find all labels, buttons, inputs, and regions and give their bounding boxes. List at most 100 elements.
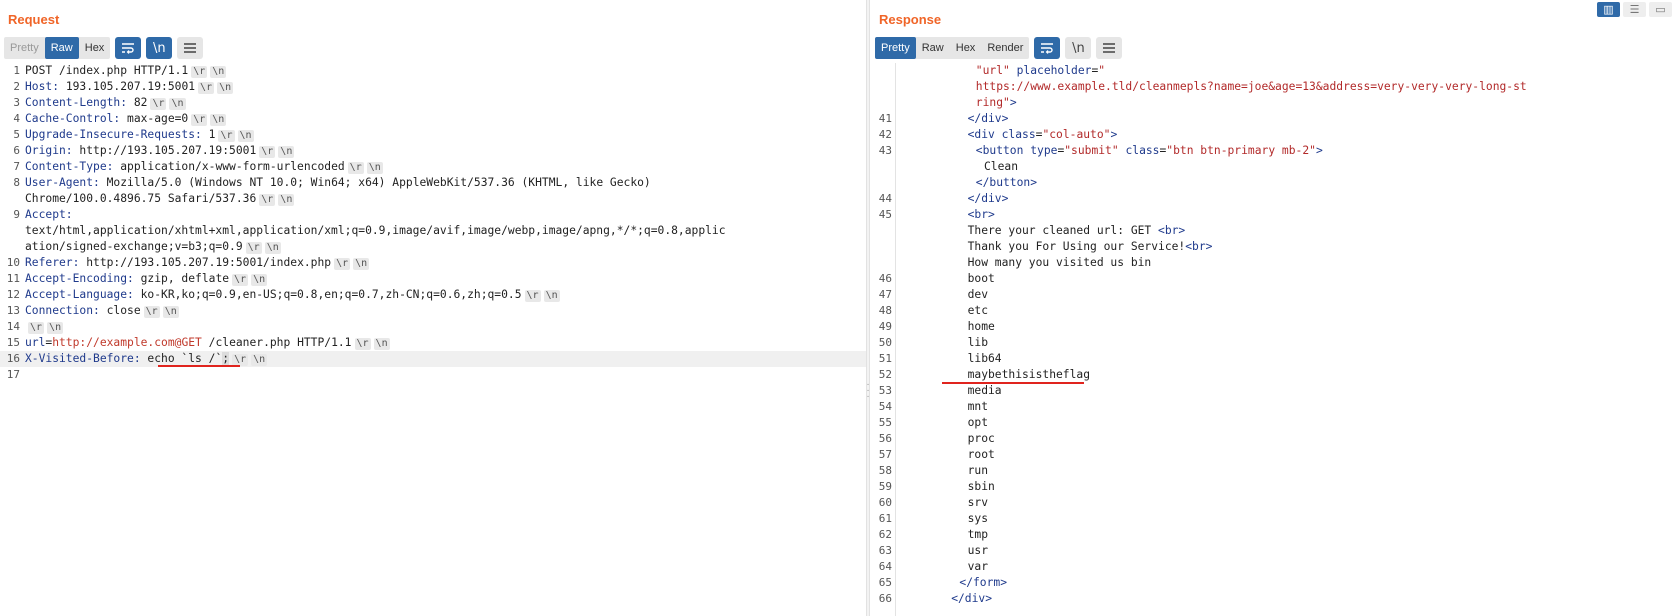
newline-token: \n	[251, 354, 268, 366]
newline-token: \n	[162, 306, 179, 318]
line-code: Host: 193.105.207.19:5001 \r \n	[25, 79, 234, 95]
line-code: opt	[968, 415, 988, 431]
response-tab-raw[interactable]: Raw	[916, 37, 950, 59]
code-token: maybethisistheflag	[967, 368, 1091, 381]
line-number: 65	[878, 576, 892, 589]
header-value: echo `ls /`	[140, 352, 223, 365]
line-number: 44	[878, 192, 892, 205]
line-number: 2	[13, 80, 20, 93]
carriage-return-token: \r	[259, 194, 276, 206]
response-tab-pretty[interactable]: Pretty	[875, 37, 916, 59]
line-number: 41	[878, 112, 892, 125]
code-token: >	[1110, 128, 1118, 141]
line-number: 3	[13, 96, 20, 109]
line-code: sys	[968, 511, 988, 527]
code-token: lib	[967, 336, 988, 349]
response-line: Clean	[870, 159, 1676, 175]
code-token: ring"	[975, 96, 1010, 109]
newline-token: \n	[278, 146, 295, 158]
line-number: 60	[878, 496, 892, 509]
response-tab-hex[interactable]: Hex	[950, 37, 982, 59]
line-code: Content-Length: 82 \r \n	[25, 95, 186, 111]
show-newlines-button[interactable]: \n	[146, 37, 173, 59]
newline-token: \n	[210, 66, 227, 78]
wrap-lines-icon[interactable]	[1034, 37, 1061, 59]
header-value: POST /index.php HTTP/1.1	[25, 64, 189, 77]
newline-token: \n	[543, 290, 560, 302]
line-code: lib	[968, 335, 988, 351]
line-number: 16	[6, 352, 20, 365]
line-code: </div>	[968, 111, 1009, 127]
request-title: Request	[8, 12, 60, 27]
response-line: 56 proc	[870, 431, 1676, 447]
response-view-tabs: Pretty Raw Hex Render	[875, 37, 1030, 59]
header-value: max-age=0	[120, 112, 189, 125]
line-code: \r \n	[25, 319, 64, 335]
response-line: 64 var	[870, 559, 1676, 575]
line-number: 66	[878, 592, 892, 605]
show-newlines-button[interactable]: \n	[1065, 37, 1092, 59]
line-number: 61	[878, 512, 892, 525]
split-horizontal-icon[interactable]: ▥	[1597, 2, 1620, 17]
code-token: >	[1315, 144, 1323, 157]
line-code: tmp	[968, 527, 988, 543]
tabs-icon[interactable]: ▭	[1649, 2, 1672, 17]
request-tab-hex[interactable]: Hex	[79, 37, 111, 59]
code-token: "url"	[975, 64, 1010, 77]
line-number: 46	[878, 272, 892, 285]
line-code: ation/signed-exchange;v=b3;q=0.9 \r \n	[25, 239, 281, 255]
response-tab-render[interactable]: Render	[981, 37, 1029, 59]
request-pane: Request Pretty Raw Hex \n 1 POST /index.p…	[0, 0, 866, 616]
request-line: 3 Content-Length: 82 \r \n	[0, 95, 866, 111]
hamburger-menu-icon[interactable]	[177, 37, 204, 59]
header-value: close	[99, 304, 141, 317]
header-value: text/html,application/xhtml+xml,applicat…	[25, 224, 726, 237]
line-code: Accept:	[25, 207, 73, 223]
line-number: 45	[878, 208, 892, 221]
response-line: How many you visited us bin	[870, 255, 1676, 271]
request-tab-raw[interactable]: Raw	[44, 37, 79, 59]
wrap-lines-icon[interactable]	[115, 37, 142, 59]
carriage-return-token: \r	[143, 306, 160, 318]
header-value: 82	[127, 96, 148, 109]
line-code: usr	[968, 543, 988, 559]
split-vertical-icon[interactable]: ☰	[1623, 2, 1646, 17]
header-value: application/x-www-form-urlencoded	[113, 160, 345, 173]
line-code: How many you visited us bin	[968, 255, 1152, 271]
line-code: Origin: http://193.105.207.19:5001 \r \n	[25, 143, 295, 159]
response-line: 46 boot	[870, 271, 1676, 287]
request-line: Chrome/100.0.4896.75 Safari/537.36 \r \n	[0, 191, 866, 207]
request-line: 15 url=http://example.com@GET /cleaner.ph…	[0, 335, 866, 351]
line-number: 49	[878, 320, 892, 333]
header-value: 193.105.207.19:5001	[59, 80, 196, 93]
response-toolbar: Pretty Raw Hex Render \n	[875, 37, 1123, 59]
line-number: 1	[13, 64, 20, 77]
response-line: 45 <br>	[870, 207, 1676, 223]
code-token: <br>	[1158, 224, 1186, 237]
hamburger-menu-icon[interactable]	[1096, 37, 1123, 59]
header-value: 1	[201, 128, 216, 141]
code-token: >	[1009, 96, 1017, 109]
request-line: 10 Referer: http://193.105.207.19:5001/in…	[0, 255, 866, 271]
request-editor[interactable]: 1 POST /index.php HTTP/1.1 \r \n 2 Host: 193.…	[0, 63, 866, 616]
response-line: 48 etc	[870, 303, 1676, 319]
line-number: 56	[878, 432, 892, 445]
line-number: 42	[878, 128, 892, 141]
line-code: Chrome/100.0.4896.75 Safari/537.36 \r \n	[25, 191, 295, 207]
layout-switcher: ▥ ☰ ▭	[1594, 2, 1672, 17]
newline-token: \n	[353, 258, 370, 270]
line-code: root	[968, 447, 995, 463]
code-token: Clean	[984, 160, 1019, 173]
line-number: 52	[878, 368, 892, 381]
request-line: 2 Host: 193.105.207.19:5001 \r \n	[0, 79, 866, 95]
line-code: POST /index.php HTTP/1.1 \r \n	[25, 63, 227, 79]
newline-token: \n	[237, 130, 254, 142]
response-line: 53 media	[870, 383, 1676, 399]
response-editor[interactable]: "url" placeholder=" https://www.example.t…	[870, 63, 1676, 616]
line-code: dev	[968, 287, 988, 303]
code-token: sbin	[967, 480, 995, 493]
line-code: sbin	[968, 479, 995, 495]
request-tab-pretty[interactable]: Pretty	[4, 37, 45, 59]
request-line: 13 Connection: close \r \n	[0, 303, 866, 319]
response-line: There your cleaned url: GET <br>	[870, 223, 1676, 239]
